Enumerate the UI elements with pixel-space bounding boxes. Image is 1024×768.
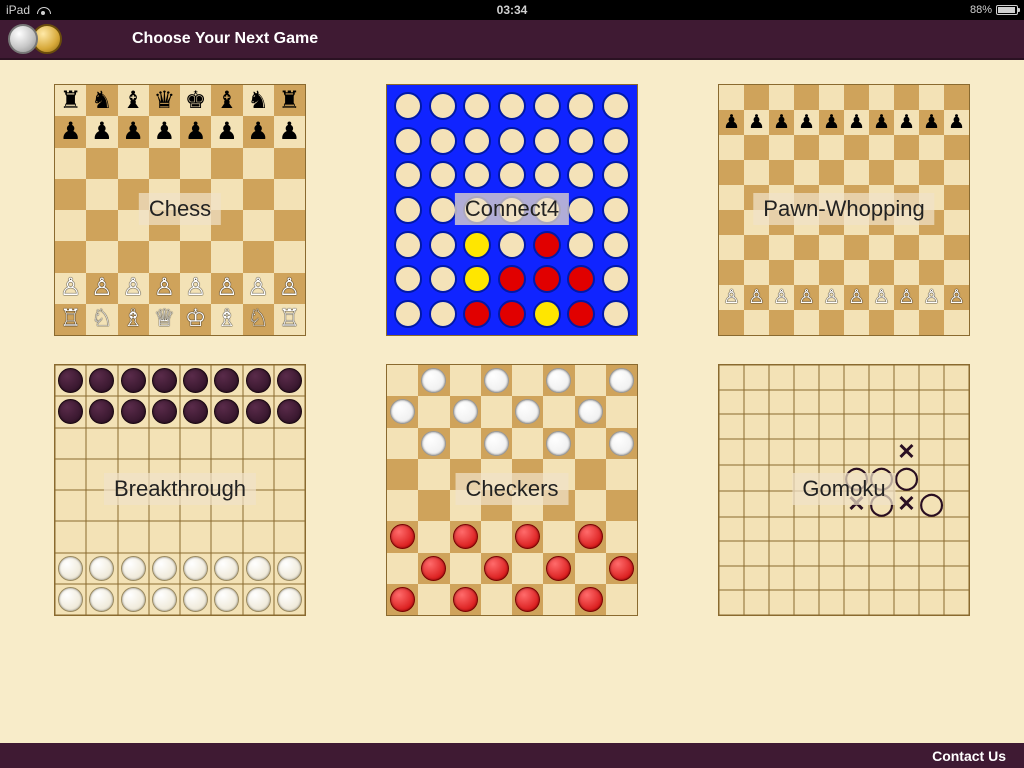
app-frame: Choose Your Next Game ♜♞♝♛♚♝♞♜♟♟♟♟♟♟♟♟♙♙… bbox=[0, 20, 1024, 768]
game-tile-pawn-whopping[interactable]: ♟♟♟♟♟♟♟♟♟♟♙♙♙♙♙♙♙♙♙♙ Pawn-Whopping bbox=[718, 84, 970, 336]
game-tile-connect4[interactable]: Connect4 bbox=[386, 84, 638, 336]
device-label: iPad bbox=[6, 3, 30, 17]
status-bar: iPad 03:34 88% bbox=[0, 0, 1024, 20]
clock: 03:34 bbox=[497, 3, 528, 17]
checkers-board bbox=[387, 365, 637, 615]
page-title: Choose Your Next Game bbox=[132, 30, 318, 48]
game-tile-checkers[interactable]: Checkers bbox=[386, 364, 638, 616]
contact-us-link[interactable]: Contact Us bbox=[932, 748, 1006, 764]
battery-pct: 88% bbox=[970, 4, 992, 16]
player-tokens-icon bbox=[8, 24, 62, 54]
gomoku-board: ✕◯◯◯✕◯✕◯ bbox=[719, 365, 969, 615]
game-tile-gomoku[interactable]: ✕◯◯◯✕◯✕◯ Gomoku bbox=[718, 364, 970, 616]
footer-bar: Contact Us bbox=[0, 743, 1024, 768]
battery-icon bbox=[996, 5, 1018, 15]
connect4-board bbox=[387, 85, 637, 335]
game-grid: ♜♞♝♛♚♝♞♜♟♟♟♟♟♟♟♟♙♙♙♙♙♙♙♙♖♘♗♕♔♗♘♖ Chess C… bbox=[0, 60, 1024, 743]
silver-token-icon bbox=[8, 24, 38, 54]
pawn-whopping-board: ♟♟♟♟♟♟♟♟♟♟♙♙♙♙♙♙♙♙♙♙ bbox=[719, 85, 969, 335]
wifi-icon bbox=[36, 5, 50, 15]
game-tile-breakthrough[interactable]: Breakthrough bbox=[54, 364, 306, 616]
header-bar: Choose Your Next Game bbox=[0, 20, 1024, 60]
breakthrough-board bbox=[55, 365, 305, 615]
chess-board: ♜♞♝♛♚♝♞♜♟♟♟♟♟♟♟♟♙♙♙♙♙♙♙♙♖♘♗♕♔♗♘♖ bbox=[55, 85, 305, 335]
game-tile-chess[interactable]: ♜♞♝♛♚♝♞♜♟♟♟♟♟♟♟♟♙♙♙♙♙♙♙♙♖♘♗♕♔♗♘♖ Chess bbox=[54, 84, 306, 336]
